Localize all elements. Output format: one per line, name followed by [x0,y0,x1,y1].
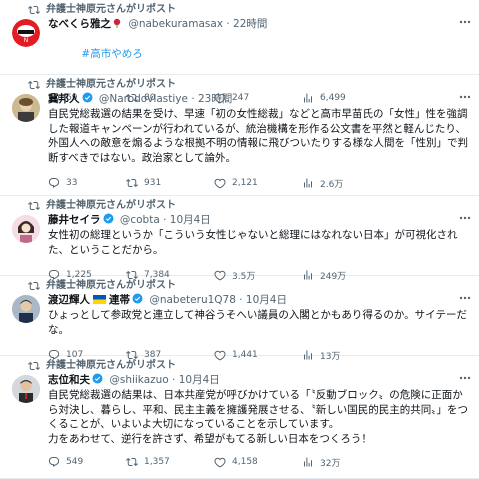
like-count: 4,158 [232,457,258,467]
verified-badge-icon [132,293,143,304]
repost-icon [28,5,40,15]
post[interactable]: 弁護士神原元さんがリポスト 藤井セイラ @cobta · 10月4日 女性初の総… [0,196,479,282]
heart-icon [214,178,226,189]
more-options-icon[interactable] [459,20,471,24]
display-name[interactable]: 藤井セイラ [48,214,101,226]
handle-and-time[interactable]: @shiikazuo · 10月4日 [109,374,219,386]
post[interactable]: 弁護士神原元さんがリポスト 渡辺輝人 連帯 @nabeteru1Q78 · 10月… [0,276,479,362]
views-button[interactable]: 32万 [302,456,340,469]
repost-indicator: 弁護士神原元さんがリポスト [12,3,471,17]
repost-label: 弁護士神原元さんがリポスト [46,360,176,371]
post[interactable]: 弁護士神原元さんがリポスト 冀邦人 @Narodovlastiye · 23時間… [0,75,479,196]
handle-and-time[interactable]: @nabeteru1Q78 · 10月4日 [149,294,287,306]
like-button[interactable]: 2,121 [214,177,302,189]
rose-icon [113,18,121,28]
avatar[interactable] [12,295,40,323]
reply-count: 33 [66,178,78,188]
post[interactable]: 弁護士神原元さんがリポスト N なべくら雅之 @nabekuramasax · … [0,0,479,103]
verified-badge-icon [82,92,92,103]
like-count: 2,121 [232,178,258,188]
reply-count: 549 [66,457,84,467]
repost-label: 弁護士神原元さんがリポスト [46,280,176,291]
repost-icon [28,201,40,211]
more-options-icon[interactable] [459,216,471,220]
bar-chart-icon [304,178,312,188]
repost-label: 弁護士神原元さんがリポスト [46,200,176,211]
repost-count: 1,357 [144,457,170,467]
avatar[interactable] [12,215,40,243]
repost-icon [126,178,138,188]
bar-chart-icon [304,457,312,467]
display-name[interactable]: なべくら雅之 [48,18,111,30]
repost-icon [126,457,138,467]
display-name[interactable]: 渡辺輝人 [48,294,90,306]
repost-indicator: 弁護士神原元さんがリポスト [12,359,471,373]
handle-and-time[interactable]: @nabekuramasax · 22時間 [128,18,267,30]
post-text: 自民党総裁選の結果は、日本共産党が呼びかけている「〝反動ブロック〟の危険に正面か… [48,389,468,445]
post-text: 自民党総裁選の結果を受け、早速「初の女性総裁」などと高市早苗氏の「女性」性を強調… [48,108,468,164]
avatar[interactable]: N [12,19,40,47]
repost-icon [28,80,40,90]
repost-label: 弁護士神原元さんがリポスト [46,4,176,15]
handle-and-time[interactable]: @Narodovlastiye · 23時間 [99,93,233,105]
view-count: 2.6万 [320,179,344,190]
repost-indicator: 弁護士神原元さんがリポスト [12,199,471,213]
post[interactable]: 弁護士神原元さんがリポスト 志位和夫 @shiikazuo · 10月4日 自民… [0,356,479,479]
svg-text:N: N [24,37,29,44]
reply-button[interactable]: 549 [48,456,126,468]
heart-icon [214,457,226,468]
display-name[interactable]: 冀邦人 [48,93,80,105]
repost-icon [28,281,40,291]
more-options-icon[interactable] [459,376,471,380]
view-count: 32万 [320,458,341,469]
repost-count: 931 [144,178,162,188]
handle-and-time[interactable]: @cobta · 10月4日 [120,214,211,226]
repost-label: 弁護士神原元さんがリポスト [46,79,176,90]
timeline-feed: 弁護士神原元さんがリポスト N なべくら雅之 @nabekuramasax · … [0,0,479,479]
avatar[interactable] [12,94,40,122]
reply-icon [48,457,60,467]
repost-icon [28,361,40,371]
post-text: ひょっとして参政党と連立して神谷うそへい議員の入閣とかもあり得るのか。サイテーだ… [48,309,467,336]
reply-icon [48,178,60,188]
repost-button[interactable]: 1,357 [126,456,214,468]
like-button[interactable]: 4,158 [214,456,302,468]
display-name-suffix[interactable]: 連帯 [109,294,130,306]
verified-badge-icon [103,213,113,224]
ukraine-flag-icon [93,295,106,304]
reply-button[interactable]: 33 [48,177,126,189]
views-button[interactable]: 2.6万 [302,177,343,190]
hashtag-link[interactable]: #高市やめろ [81,48,142,60]
more-options-icon[interactable] [459,296,471,300]
repost-indicator: 弁護士神原元さんがリポスト [12,78,471,92]
verified-badge-icon [92,373,103,384]
more-options-icon[interactable] [459,95,471,99]
repost-indicator: 弁護士神原元さんがリポスト [12,279,471,293]
repost-button[interactable]: 931 [126,177,214,189]
avatar[interactable] [12,375,40,403]
post-text: 女性初の総理というか「こういう女性じゃないと総理にはなれない日本」が可視化された… [48,229,458,256]
display-name[interactable]: 志位和夫 [48,374,90,386]
